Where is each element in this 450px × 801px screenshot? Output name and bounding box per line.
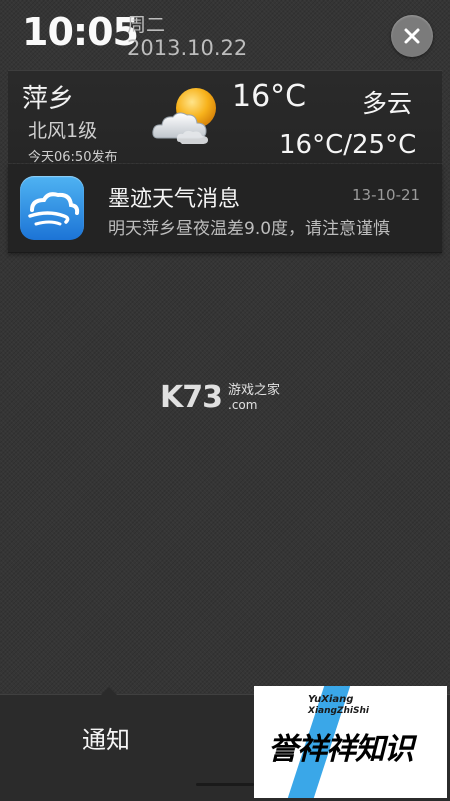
weather-city: 萍乡: [22, 84, 75, 114]
badge-en-line1: YuXiang: [308, 694, 354, 705]
watermark-logo: K73: [160, 380, 223, 415]
brand-badge: YuXiang XiangZhiShi 誉祥祥知识: [254, 686, 447, 798]
watermark-line2: .com: [228, 397, 258, 412]
watermark: K73 游戏之家 .com: [160, 380, 280, 415]
badge-en-line2: XiangZhiShi: [308, 706, 369, 716]
badge-cn-text: 誉祥祥知识: [268, 732, 414, 767]
weather-published-time: 今天06:50发布: [28, 150, 118, 165]
weather-current-temp: 16°C: [232, 79, 307, 114]
tab-notifications[interactable]: 通知: [70, 716, 142, 759]
tab-pointer-indicator: [101, 687, 117, 695]
weather-condition: 多云: [362, 89, 413, 118]
weather-wind: 北风1级: [28, 120, 98, 142]
notification-title: 墨迹天气消息: [108, 187, 241, 212]
status-weekday: 周二: [127, 14, 166, 36]
home-indicator: [196, 783, 254, 786]
notification-body: 明天萍乡昼夜温差9.0度，请注意谨慎: [108, 219, 391, 239]
close-button[interactable]: [391, 15, 433, 57]
notification-time: 13-10-21: [352, 186, 421, 204]
close-icon: [404, 28, 420, 44]
moji-weather-app-icon: [20, 176, 84, 240]
weather-temp-range: 16°C/25°C: [279, 130, 417, 160]
status-time: 10:05: [22, 10, 139, 54]
watermark-line1: 游戏之家: [228, 382, 281, 398]
status-date: 2013.10.22: [127, 36, 248, 60]
partly-cloudy-icon: [152, 88, 216, 144]
